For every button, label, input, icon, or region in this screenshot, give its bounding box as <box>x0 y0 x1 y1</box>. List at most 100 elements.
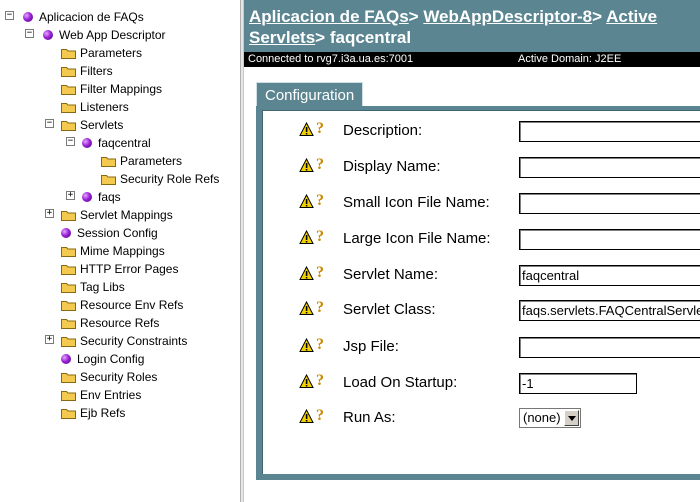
tree-item-security-constraints[interactable]: Security Constraints <box>61 332 187 350</box>
load-on-startup-label: Load On Startup: <box>343 374 458 391</box>
expand-toggle[interactable]: + <box>66 191 75 200</box>
help-icon[interactable]: ? <box>316 407 324 425</box>
folder-icon <box>61 389 76 401</box>
servlet-name-field[interactable]: faqcentral <box>519 265 700 286</box>
tree-item-faqcentral-parameters[interactable]: Parameters <box>101 152 182 170</box>
tree-item-tag-libs[interactable]: Tag Libs <box>61 278 125 296</box>
breadcrumb: Aplicacion de FAQs> WebAppDescriptor-8> … <box>244 0 700 52</box>
breadcrumb-servlets-link-part1[interactable]: Active <box>606 7 657 26</box>
folder-icon <box>61 281 76 293</box>
tree-item-env-entries[interactable]: Env Entries <box>61 386 141 404</box>
collapse-toggle[interactable]: − <box>5 11 14 20</box>
folder-icon <box>61 65 76 77</box>
breadcrumb-servlets-link-part2[interactable]: Servlets <box>249 28 315 47</box>
tree-item-ejb-refs[interactable]: Ejb Refs <box>61 404 125 422</box>
tree-item-mime-mappings[interactable]: Mime Mappings <box>61 242 165 260</box>
folder-icon <box>61 245 76 257</box>
tree-item-web-app-descriptor[interactable]: Web App Descriptor <box>41 26 166 44</box>
config-icon <box>61 228 71 238</box>
pane-splitter[interactable] <box>241 0 244 502</box>
warning-icon <box>299 338 314 352</box>
help-icon[interactable]: ? <box>316 264 324 282</box>
breadcrumb-app-link[interactable]: Aplicacion de FAQs <box>249 7 409 26</box>
chevron-down-icon[interactable] <box>564 410 579 426</box>
help-icon[interactable]: ? <box>316 299 324 317</box>
tree-item-servlet-mappings[interactable]: Servlet Mappings <box>61 206 173 224</box>
help-icon[interactable]: ? <box>316 228 324 246</box>
tree-item-root[interactable]: Aplicacion de FAQs <box>21 8 144 26</box>
help-icon[interactable]: ? <box>316 336 324 354</box>
tree-item-faqs[interactable]: faqs <box>80 188 121 206</box>
folder-icon <box>61 371 76 383</box>
tree-item-http-error-pages[interactable]: HTTP Error Pages <box>61 260 178 278</box>
tree-item-servlets[interactable]: Servlets <box>61 116 123 134</box>
expand-toggle[interactable]: + <box>45 209 54 218</box>
jsp-file-label: Jsp File: <box>343 338 399 355</box>
tree-item-security-roles[interactable]: Security Roles <box>61 368 157 386</box>
display-name-label: Display Name: <box>343 158 441 175</box>
collapse-toggle[interactable]: − <box>45 119 54 128</box>
tree-item-filter-mappings[interactable]: Filter Mappings <box>61 80 162 98</box>
display-name-field[interactable] <box>519 157 700 178</box>
warning-icon <box>299 194 314 208</box>
folder-icon <box>61 47 76 59</box>
folder-icon <box>61 101 76 113</box>
run-as-selected-value: (none) <box>523 410 561 425</box>
small-icon-field[interactable] <box>519 193 700 214</box>
servlet-class-field[interactable]: faqs.servlets.FAQCentralServlet <box>519 300 700 321</box>
folder-icon <box>61 263 76 275</box>
servlet-name-label: Servlet Name: <box>343 266 439 283</box>
app-icon <box>23 12 33 22</box>
connection-status: Connected to rvg7.i3a.ua.es:7001 <box>248 53 414 65</box>
servlet-class-label: Servlet Class: <box>343 301 436 318</box>
tab-configuration[interactable]: Configuration <box>256 82 364 107</box>
navigation-tree: − Aplicacion de FAQs − Web App Descripto… <box>0 0 241 502</box>
help-icon[interactable]: ? <box>316 156 324 174</box>
help-icon[interactable]: ? <box>316 192 324 210</box>
small-icon-label: Small Icon File Name: <box>343 194 490 211</box>
folder-icon <box>101 173 116 185</box>
warning-icon <box>299 122 314 136</box>
folder-icon <box>61 299 76 311</box>
run-as-label: Run As: <box>343 409 396 426</box>
large-icon-label: Large Icon File Name: <box>343 230 491 247</box>
servlet-icon <box>82 138 92 148</box>
tree-item-resource-refs[interactable]: Resource Refs <box>61 314 159 332</box>
warning-icon <box>299 266 314 280</box>
jsp-file-field[interactable] <box>519 337 700 358</box>
warning-icon <box>299 158 314 172</box>
tree-item-faqcentral[interactable]: faqcentral <box>80 134 151 152</box>
collapse-toggle[interactable]: − <box>66 137 75 146</box>
warning-icon <box>299 374 314 388</box>
tree-item-session-config[interactable]: Session Config <box>59 224 158 242</box>
warning-icon <box>299 301 314 315</box>
collapse-toggle[interactable]: − <box>25 29 34 38</box>
folder-icon <box>61 119 76 131</box>
tree-item-parameters[interactable]: Parameters <box>61 44 142 62</box>
help-icon[interactable]: ? <box>316 372 324 390</box>
config-icon <box>61 354 71 364</box>
tree-item-security-role-refs[interactable]: Security Role Refs <box>101 170 219 188</box>
description-field[interactable] <box>519 121 700 142</box>
folder-icon <box>61 317 76 329</box>
warning-icon <box>299 409 314 423</box>
status-bar: Connected to rvg7.i3a.ua.es:7001 Active … <box>244 52 700 67</box>
descriptor-icon <box>43 30 53 40</box>
tree-item-filters[interactable]: Filters <box>61 62 113 80</box>
tree-item-resource-env-refs[interactable]: Resource Env Refs <box>61 296 183 314</box>
folder-icon <box>101 155 116 167</box>
servlet-icon <box>82 192 92 202</box>
load-on-startup-field[interactable]: -1 <box>519 373 637 394</box>
folder-icon <box>61 209 76 221</box>
run-as-select[interactable]: (none) <box>519 408 581 428</box>
breadcrumb-descriptor-link[interactable]: WebAppDescriptor-8 <box>423 7 592 26</box>
tree-item-listeners[interactable]: Listeners <box>61 98 129 116</box>
large-icon-field[interactable] <box>519 229 700 250</box>
tree-item-login-config[interactable]: Login Config <box>59 350 144 368</box>
description-label: Description: <box>343 122 423 139</box>
folder-icon <box>61 335 76 347</box>
folder-icon <box>61 83 76 95</box>
expand-toggle[interactable]: + <box>45 335 54 344</box>
help-icon[interactable]: ? <box>316 120 324 138</box>
warning-icon <box>299 230 314 244</box>
